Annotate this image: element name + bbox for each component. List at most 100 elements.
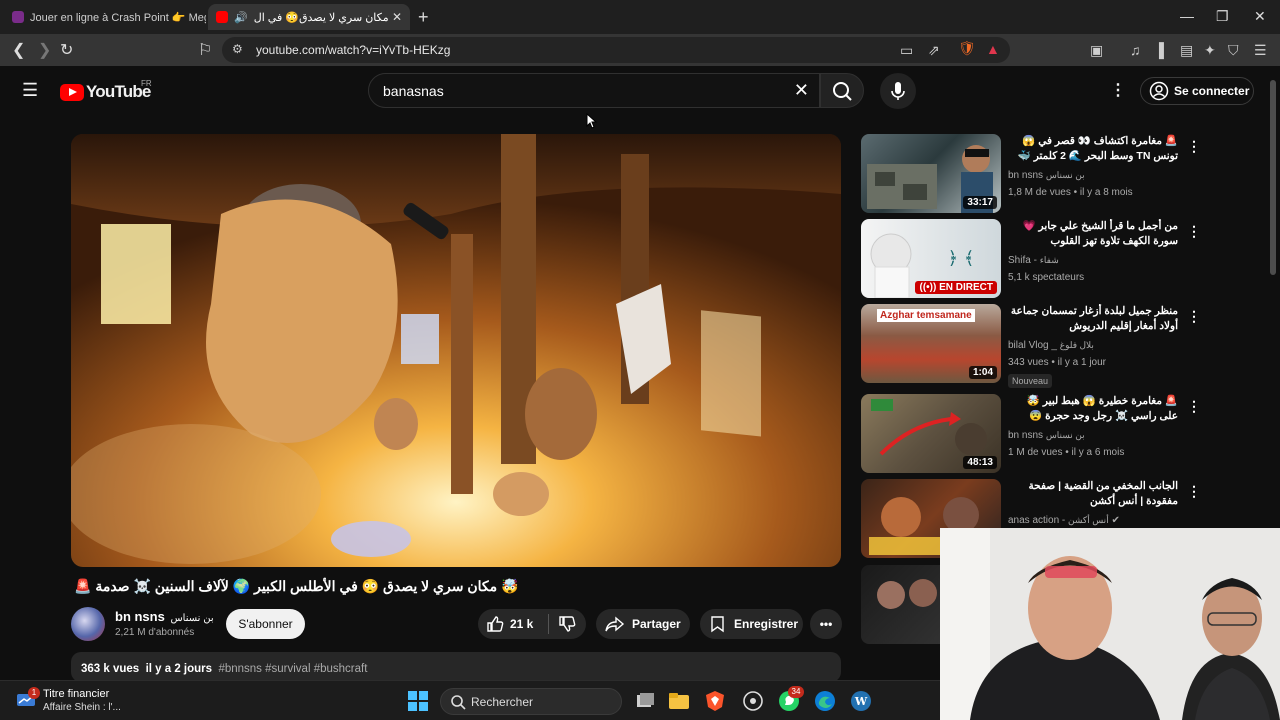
task-view-icon[interactable] xyxy=(634,690,656,712)
microphone-icon xyxy=(891,82,905,100)
recommended-title: 🚨 مغامرة خطيرة 😱 هبط لبير 🤯 على راسي ☠️ … xyxy=(1026,395,1178,422)
settings-kebab-icon[interactable]: ⋮ xyxy=(1110,80,1126,100)
video-thumbnail[interactable]: 48:13 xyxy=(861,394,1001,473)
wordpress-icon[interactable]: W xyxy=(850,690,872,712)
recommended-age: il y a 6 mois xyxy=(1071,447,1125,458)
like-count: 21 k xyxy=(510,617,534,631)
video-thumbnail[interactable]: Azghar temsamane 1:04 xyxy=(861,304,1001,383)
sign-in-label: Se connecter xyxy=(1174,84,1250,98)
youtube-logo[interactable]: YouTube xyxy=(60,82,151,102)
search-query: banasnas xyxy=(383,83,444,99)
thumbnail-caption: Azghar temsamane xyxy=(877,309,975,322)
minimize-icon[interactable]: — xyxy=(1180,8,1194,24)
sidebar-icon[interactable]: ▐ xyxy=(1154,42,1164,58)
video-options-kebab-icon[interactable]: ⋮ xyxy=(1187,138,1201,155)
taskbar-search[interactable]: Rechercher xyxy=(440,688,622,715)
video-thumbnail[interactable]: 33:17 xyxy=(861,134,1001,213)
clear-search-icon[interactable]: ✕ xyxy=(794,80,809,101)
video-options-kebab-icon[interactable]: ⋮ xyxy=(1187,483,1201,500)
browser-tab[interactable]: Jouer en ligne à Crash Point 👉 Meg xyxy=(4,4,206,30)
news-title[interactable]: Titre financier xyxy=(43,688,109,700)
search-input[interactable]: banasnas ✕ xyxy=(368,73,820,108)
new-tab-button[interactable]: + xyxy=(418,7,429,28)
hamburger-menu-icon[interactable]: ☰ xyxy=(22,80,38,101)
channel-latin: bilal Vlog xyxy=(1008,340,1049,351)
speaker-icon[interactable]: 🔊 xyxy=(234,11,248,24)
channel-avatar[interactable] xyxy=(71,607,105,641)
tab-title: مكان سري لا يصدق😳 في ال xyxy=(253,11,389,24)
share-label: Partager xyxy=(632,617,681,631)
recommended-viewers: 5,1 k spectateurs xyxy=(1008,272,1085,283)
recommended-age: il y a 1 jour xyxy=(1057,357,1107,368)
video-player[interactable] xyxy=(71,134,841,567)
close-tab-icon[interactable]: ✕ xyxy=(392,10,402,24)
maximize-icon[interactable]: ❐ xyxy=(1216,8,1229,25)
recommended-views: 1,8 M de vues xyxy=(1008,187,1071,198)
hashtags[interactable]: #bnnsns #survival #bushcraft xyxy=(218,663,367,675)
channel-latin: Shifa xyxy=(1008,255,1031,266)
sign-in-button[interactable]: Se connecter xyxy=(1140,77,1254,105)
new-badge: Nouveau xyxy=(1008,374,1053,388)
forward-icon[interactable]: ❯ xyxy=(38,40,51,60)
channel-arabic: شفاء xyxy=(1039,255,1059,265)
music-icon[interactable]: ♫ xyxy=(1130,42,1141,58)
recommended-video[interactable]: Azghar temsamane 1:04 منظر جميل لبلدة أز… xyxy=(861,304,1241,388)
video-options-kebab-icon[interactable]: ⋮ xyxy=(1187,398,1201,415)
address-toolbar: ❮ ❯ ↻ ⚐ ⚙ youtube.com/watch?v=iYvTb-HEKz… xyxy=(0,34,1280,66)
youtube-favicon xyxy=(216,11,228,23)
thumbs-up-icon xyxy=(487,616,504,632)
site-info-icon[interactable]: ⚙ xyxy=(232,42,243,56)
voice-search-button[interactable] xyxy=(880,73,916,109)
recommended-channel: bn nsns بن نسناس xyxy=(1008,430,1085,441)
dislike-button[interactable] xyxy=(549,615,585,633)
recommended-video[interactable]: 48:13 🚨 مغامرة خطيرة 😱 هبط لبير 🤯 على را… xyxy=(861,394,1241,474)
recommended-video[interactable]: ﴿ ﴾ ((•)) EN DIRECT من أجمل ما قرأ الشيخ… xyxy=(861,219,1241,299)
search-button[interactable] xyxy=(820,73,864,108)
brave-rewards-icon[interactable]: ▲ xyxy=(986,41,1000,57)
video-duration: 1:04 xyxy=(968,366,997,379)
subscribe-button[interactable]: S'abonner xyxy=(226,609,305,639)
menu-icon[interactable]: ☰ xyxy=(1254,42,1267,59)
close-window-icon[interactable]: ✕ xyxy=(1254,8,1266,25)
video-options-kebab-icon[interactable]: ⋮ xyxy=(1187,223,1201,240)
brave-shield-icon[interactable]: 🛡 xyxy=(958,40,976,57)
reload-icon[interactable]: ↻ xyxy=(60,40,73,60)
taskbar-search-placeholder: Rechercher xyxy=(471,695,534,709)
channel-latin: bn nsns xyxy=(1008,170,1044,181)
channel-arabic: أنس أكشن xyxy=(1068,515,1109,525)
more-actions-button[interactable]: ••• xyxy=(810,609,842,639)
url-field[interactable]: ⚙ youtube.com/watch?v=iYvTb-HEKzg ▭ ⇗ 🛡 … xyxy=(222,37,1010,63)
back-icon[interactable]: ❮ xyxy=(12,40,25,60)
edge-icon[interactable] xyxy=(814,690,836,712)
sidebar-scrollbar[interactable] xyxy=(1270,80,1276,275)
channel-arabic: بن نسناس xyxy=(1045,430,1085,440)
recommended-video[interactable]: 33:17 🚨 مغامرة اكتشاف 👀 قصر في 😱 تونس TN… xyxy=(861,134,1241,214)
leo-icon[interactable]: ✦ xyxy=(1204,42,1216,59)
cast-icon[interactable]: ▭ xyxy=(900,42,913,59)
video-options-kebab-icon[interactable]: ⋮ xyxy=(1187,308,1201,325)
like-button[interactable]: 21 k xyxy=(478,615,548,633)
chatgpt-icon[interactable] xyxy=(742,690,764,712)
brave-browser-icon[interactable] xyxy=(704,690,726,712)
browser-tab-active[interactable]: 🔊 مكان سري لا يصدق😳 في ال ✕ xyxy=(208,4,410,30)
youtube-header: ☰ YouTube FR banasnas ✕ ⋮ Se connecter xyxy=(0,66,1280,116)
file-explorer-icon[interactable] xyxy=(668,690,690,712)
wallet-icon[interactable]: ▤ xyxy=(1180,42,1193,59)
share-button[interactable]: Partager xyxy=(596,609,690,639)
recommended-views: 1 M de vues xyxy=(1008,447,1063,458)
channel-name-arabic: بن نسناس xyxy=(170,613,214,624)
description-box[interactable]: 363 k vues il y a 2 jours #bnnsns #survi… xyxy=(71,652,841,682)
channel-name-latin: bn nsns xyxy=(115,609,165,624)
recommended-channel: bilal Vlog _ بلال فلوغ xyxy=(1008,340,1094,351)
channel-name[interactable]: bn nsns بن نسناس xyxy=(115,609,214,624)
video-thumbnail[interactable]: ﴿ ﴾ ((•)) EN DIRECT xyxy=(861,219,1001,298)
reader-icon[interactable]: ▣ xyxy=(1090,42,1103,59)
bookmark-icon[interactable]: ⚐ xyxy=(198,40,212,60)
whatsapp-badge: 34 xyxy=(788,686,804,698)
subscriber-count: 2,21 M d'abonnés xyxy=(115,627,195,638)
share-icon[interactable]: ⇗ xyxy=(928,42,940,59)
windows-start-icon[interactable] xyxy=(408,691,428,711)
vpn-icon[interactable]: ⛉ xyxy=(1228,42,1239,59)
save-button[interactable]: Enregistrer xyxy=(700,609,803,639)
description-meta: 363 k vues il y a 2 jours #bnnsns #survi… xyxy=(81,663,367,675)
